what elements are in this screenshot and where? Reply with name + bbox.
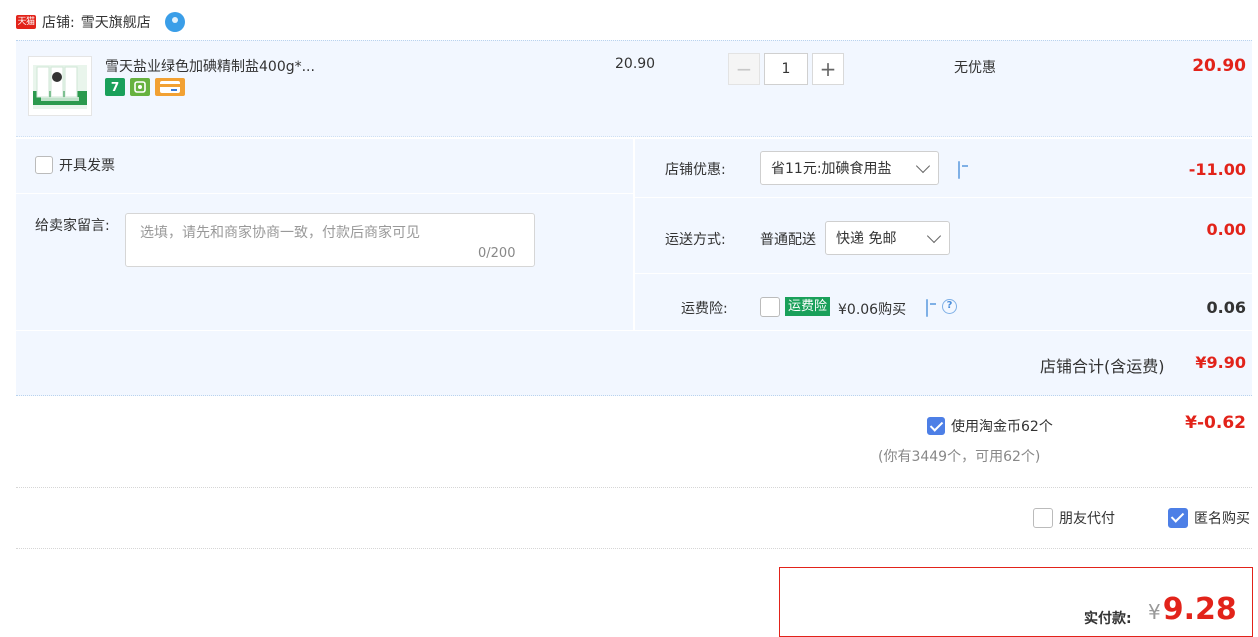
shop-discount-amount: -11.00 [1188, 160, 1246, 179]
shipping-amount: 0.00 [1206, 220, 1246, 239]
store-total-label: 店铺合计(含运费) [1040, 357, 1165, 376]
friend-pay-checkbox[interactable] [1033, 508, 1053, 528]
message-bubble-icon[interactable] [958, 161, 960, 179]
message-char-count: 0/200 [478, 246, 516, 261]
divider [16, 548, 1252, 549]
help-icon[interactable]: ? [942, 299, 957, 314]
anonymous-buy-option[interactable]: 匿名购买 [1168, 508, 1250, 528]
invoice-checkbox[interactable] [35, 156, 53, 174]
pay-amount: ¥9.28 [1148, 592, 1237, 627]
anonymous-buy-label: 匿名购买 [1194, 511, 1250, 527]
invoice-option[interactable]: 开具发票 [35, 155, 115, 175]
shop-discount-value: 省11元:加碘食用盐 [771, 161, 892, 177]
taojinbi-label: 使用淘金币62个 [951, 419, 1053, 435]
shipping-method-value: 快递 免邮 [836, 231, 897, 247]
credit-card-icon[interactable] [155, 78, 185, 96]
chevron-down-icon [926, 228, 942, 243]
salt-package-image [29, 57, 91, 115]
unit-price: 20.90 [615, 56, 656, 72]
wangwang-chat-icon[interactable] [164, 12, 185, 32]
message-bubble-icon[interactable] [926, 299, 928, 317]
message-label: 给卖家留言: [35, 218, 110, 234]
product-title-link[interactable]: 雪天盐业绿色加碘精制盐400g*... [105, 56, 315, 76]
store-label: 店铺: [42, 15, 75, 31]
guarantee-icon[interactable] [130, 78, 150, 96]
seller-message-placeholder: 选填，请先和商家协商一致，付款后商家可见 [140, 225, 420, 241]
tmall-badge-icon: 天猫 [16, 15, 36, 29]
quantity-increase-button[interactable]: + [812, 53, 844, 85]
chevron-down-icon [915, 158, 931, 173]
pay-label: 实付款: [1084, 611, 1132, 627]
taojinbi-balance: (你有3449个，可用62个) [878, 449, 1041, 465]
shipping-method-select[interactable]: 快递 免邮 [825, 221, 950, 255]
insurance-price: ¥0.06购买 [838, 302, 907, 318]
seven-day-return-icon[interactable]: 7 [105, 78, 125, 96]
taojinbi-option[interactable]: 使用淘金币62个 [927, 416, 1053, 436]
insurance-tag: 运费险 [785, 297, 831, 316]
anonymous-buy-checkbox[interactable] [1168, 508, 1188, 528]
insurance-label: 运费险: [681, 301, 728, 317]
invoice-label: 开具发票 [59, 158, 115, 174]
insurance-checkbox[interactable] [760, 297, 780, 317]
friend-pay-option[interactable]: 朋友代付 [1033, 508, 1115, 528]
shipping-type: 普通配送 [760, 232, 816, 248]
shop-discount-label: 店铺优惠: [665, 162, 726, 178]
store-header: 天猫 店铺: 雪天旗舰店 [16, 8, 185, 36]
store-name-link[interactable]: 雪天旗舰店 [81, 12, 151, 32]
divider [635, 197, 1252, 198]
taojinbi-discount: ¥-0.62 [1185, 413, 1246, 433]
store-total-value: ¥9.90 [1195, 353, 1246, 372]
item-subtotal: 20.90 [1192, 56, 1246, 76]
quantity-decrease-button[interactable]: − [728, 53, 760, 85]
pay-amount-value: 9.28 [1162, 592, 1237, 627]
currency-symbol: ¥ [1148, 600, 1161, 624]
product-thumbnail[interactable] [28, 56, 92, 116]
divider [16, 193, 633, 194]
friend-pay-label: 朋友代付 [1059, 511, 1115, 527]
insurance-amount: 0.06 [1206, 298, 1246, 317]
taojinbi-checkbox[interactable] [927, 417, 945, 435]
shop-discount-select[interactable]: 省11元:加碘食用盐 [760, 151, 939, 185]
shipping-label: 运送方式: [665, 232, 726, 248]
quantity-input[interactable]: 1 [764, 53, 808, 85]
promo-text: 无优惠 [954, 60, 996, 76]
quantity-stepper: − 1 + [728, 53, 844, 85]
divider [635, 273, 1252, 274]
product-panel [16, 40, 1252, 137]
service-icons: 7 [105, 78, 185, 96]
divider [16, 487, 1252, 488]
